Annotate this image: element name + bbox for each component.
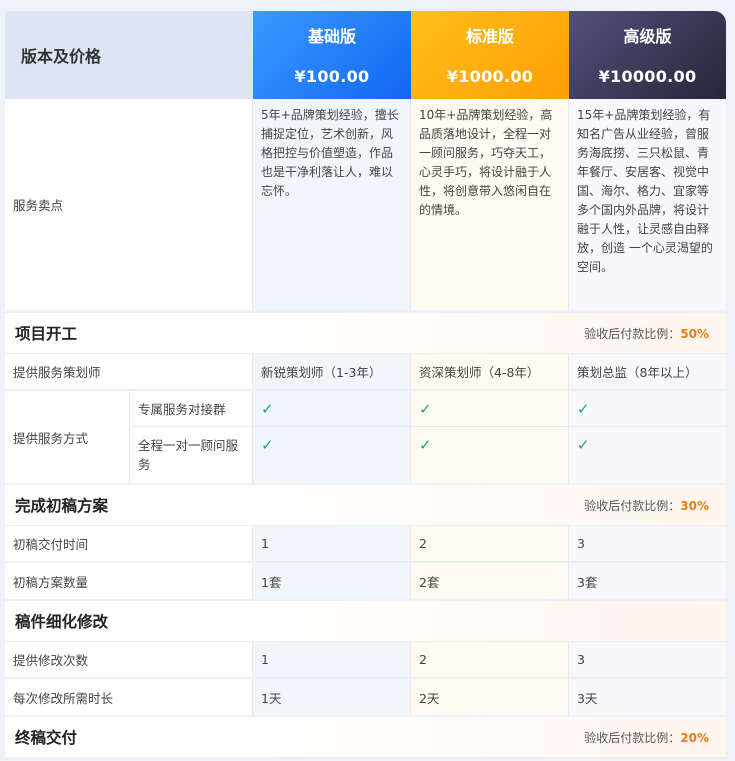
- draft-count-row: 初稿方案数量 1套 2套 3套: [5, 563, 726, 599]
- draft-count-standard: 2套: [411, 563, 569, 599]
- section-kickoff-ratio: 验收后付款比例：50%: [584, 326, 709, 341]
- plan-basic[interactable]: 基础版 ¥100.00: [253, 11, 411, 99]
- check-icon: ✓: [261, 436, 274, 454]
- plan-basic-name: 基础版: [307, 27, 356, 46]
- method-basic: ✓ ✓: [253, 391, 411, 483]
- check-icon: ✓: [577, 436, 590, 454]
- selling-standard: 10年+品牌策划经验，高品质落地设计，全程一对一顾问服务，巧夺天工，心灵手巧，将…: [411, 99, 569, 310]
- final-ratio-value: 20%: [680, 730, 709, 745]
- draft-count-advanced: 3套: [569, 563, 726, 599]
- draft-time-label: 初稿交付时间: [5, 526, 253, 561]
- section-final-title: 终稿交付: [15, 729, 78, 747]
- method-row: 提供服务方式 专属服务对接群 全程一对一顾问服务 ✓ ✓ ✓ ✓ ✓ ✓: [5, 391, 726, 483]
- plan-basic-price: ¥100.00: [294, 67, 370, 86]
- kickoff-ratio-value: 50%: [680, 326, 709, 341]
- revise-time-standard: 2天: [411, 679, 569, 715]
- revise-count-label: 提供修改次数: [5, 642, 253, 677]
- selling-basic: 5年+品牌策划经验，擅长捕捉定位，艺术创新，风格把控与价值塑造，作品也是干净利落…: [253, 99, 411, 310]
- planner-label: 提供服务策划师: [5, 354, 253, 389]
- plan-advanced-price: ¥10000.00: [598, 67, 697, 86]
- draft-time-advanced: 3: [569, 526, 726, 561]
- section-draft-ratio: 验收后付款比例：30%: [584, 498, 709, 513]
- section-kickoff-title: 项目开工: [15, 325, 78, 343]
- draft-ratio-value: 30%: [680, 498, 709, 513]
- method-advanced: ✓ ✓: [569, 391, 726, 483]
- method-sublabels: 专属服务对接群 全程一对一顾问服务: [130, 391, 253, 483]
- check-icon: ✓: [419, 399, 432, 418]
- method-label: 提供服务方式: [5, 391, 130, 483]
- draft-time-standard: 2: [411, 526, 569, 561]
- section-draft: 完成初稿方案 验收后付款比例：30%: [5, 485, 726, 526]
- method-sub-group: 专属服务对接群: [130, 391, 252, 427]
- revise-time-label: 每次修改所需时长: [5, 679, 253, 715]
- selling-points-label: 服务卖点: [5, 99, 253, 310]
- plan-standard[interactable]: 标准版 ¥1000.00: [411, 11, 569, 99]
- pricing-page: 版本及价格 基础版 ¥100.00 标准版 ¥1000.00 高级版 ¥1000…: [0, 0, 735, 761]
- draft-time-row: 初稿交付时间 1 2 3: [5, 526, 726, 562]
- method-standard: ✓ ✓: [411, 391, 569, 483]
- section-draft-title: 完成初稿方案: [15, 497, 109, 515]
- check-icon: ✓: [419, 436, 432, 454]
- draft-time-basic: 1: [253, 526, 411, 561]
- selling-points-row: 服务卖点 5年+品牌策划经验，擅长捕捉定位，艺术创新，风格把控与价值塑造，作品也…: [5, 99, 726, 310]
- plan-advanced[interactable]: 高级版 ¥10000.00: [569, 11, 726, 99]
- version-price-label: 版本及价格: [5, 11, 253, 99]
- pricing-header: 版本及价格 基础版 ¥100.00 标准版 ¥1000.00 高级版 ¥1000…: [5, 11, 726, 99]
- section-final: 终稿交付 验收后付款比例：20%: [5, 717, 726, 758]
- revise-count-standard: 2: [411, 642, 569, 677]
- revise-time-row: 每次修改所需时长 1天 2天 3天: [5, 679, 726, 715]
- planner-advanced: 策划总监（8年以上）: [569, 354, 726, 389]
- selling-advanced: 15年+品牌策划经验，有知名广告从业经验，曾服务海底捞、三只松鼠、青年餐厅、安居…: [569, 99, 726, 310]
- check-icon: ✓: [261, 399, 274, 418]
- revise-count-advanced: 3: [569, 642, 726, 677]
- plan-advanced-name: 高级版: [623, 27, 672, 46]
- section-final-ratio: 验收后付款比例：20%: [584, 730, 709, 745]
- planner-row: 提供服务策划师 新锐策划师（1-3年） 资深策划师（4-8年） 策划总监（8年以…: [5, 354, 726, 390]
- revise-time-advanced: 3天: [569, 679, 726, 715]
- section-revise: 稿件细化修改: [5, 601, 726, 642]
- check-icon: ✓: [577, 399, 590, 418]
- section-revise-title: 稿件细化修改: [15, 613, 109, 631]
- revise-time-basic: 1天: [253, 679, 411, 715]
- planner-standard: 资深策划师（4-8年）: [411, 354, 569, 389]
- draft-count-basic: 1套: [253, 563, 411, 599]
- plan-standard-price: ¥1000.00: [446, 67, 534, 86]
- draft-count-label: 初稿方案数量: [5, 563, 253, 599]
- method-sub-consultant: 全程一对一顾问服务: [138, 438, 239, 472]
- revise-count-row: 提供修改次数 1 2 3: [5, 642, 726, 678]
- plan-standard-name: 标准版: [465, 27, 514, 46]
- section-kickoff: 项目开工 验收后付款比例：50%: [5, 313, 726, 354]
- revise-count-basic: 1: [253, 642, 411, 677]
- planner-basic: 新锐策划师（1-3年）: [253, 354, 411, 389]
